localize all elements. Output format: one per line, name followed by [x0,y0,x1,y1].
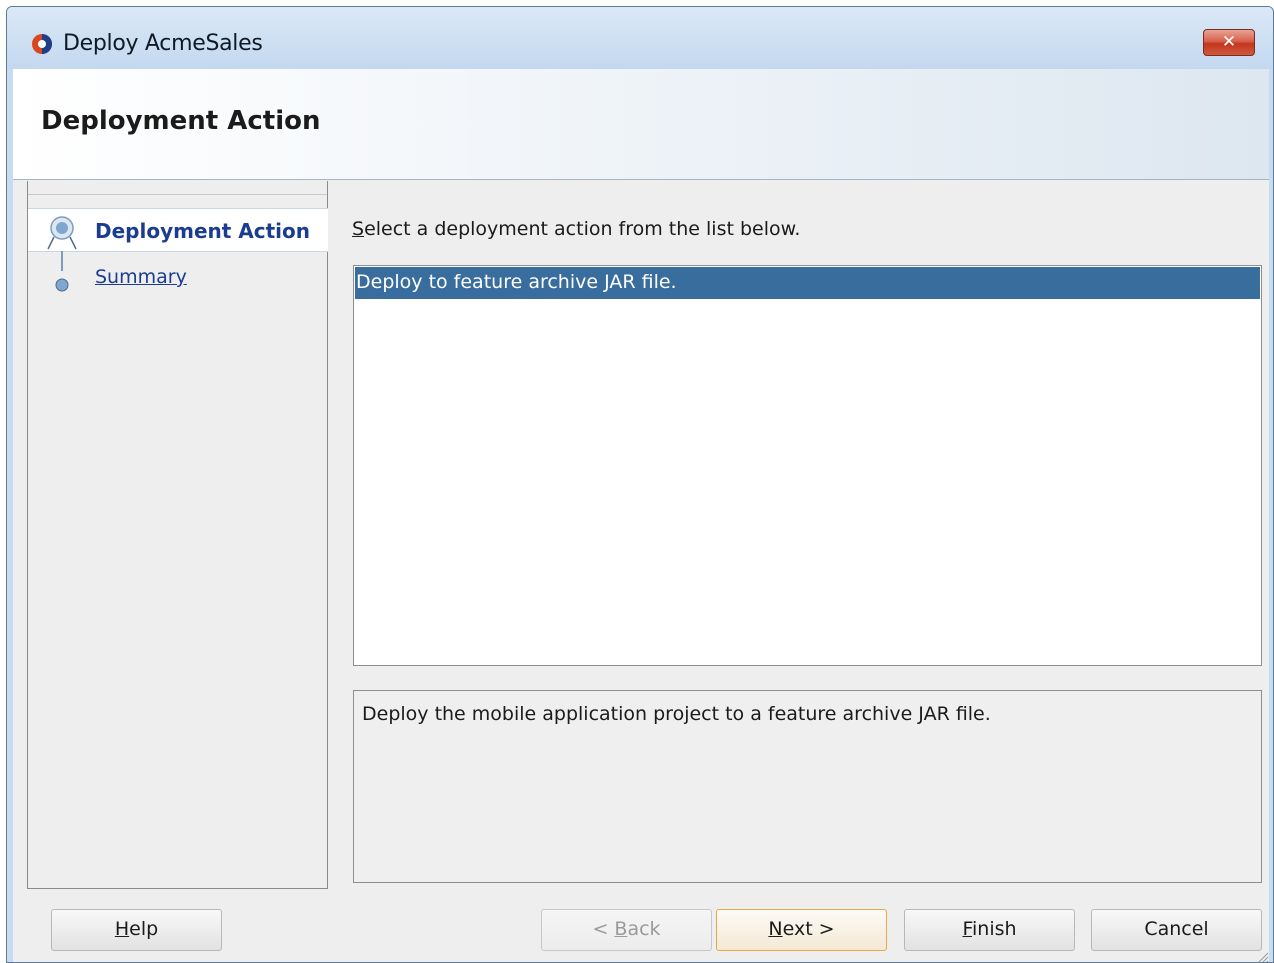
step-active-icon [47,216,77,250]
window-title: Deploy AcmeSales [63,31,263,56]
title-bar[interactable]: Deploy AcmeSales ✕ [7,7,1273,69]
step-summary[interactable]: Summary [28,264,328,298]
next-button[interactable]: Next > [716,909,887,951]
page-title: Deployment Action [41,106,321,136]
step-pending-icon [55,278,69,292]
deploy-dialog: Deploy AcmeSales ✕ Deployment Action Dep… [6,6,1274,963]
close-button[interactable]: ✕ [1203,29,1255,56]
back-mnemonic: B [614,918,628,940]
help-label: elp [129,918,159,940]
divider [28,194,327,195]
dialog-content: Deployment Action Deployment Action Summ… [13,69,1269,963]
back-label: ack [627,918,661,940]
instruction-mnemonic: S [352,218,365,240]
close-icon: ✕ [1221,32,1237,52]
resize-grip-icon[interactable] [1255,950,1269,963]
finish-button[interactable]: Finish [904,909,1075,951]
step-deployment-action[interactable]: Deployment Action [28,208,328,252]
cancel-label: Cancel [1144,918,1209,940]
help-button[interactable]: Help [51,909,222,951]
next-mnemonic: N [768,918,783,940]
finish-mnemonic: F [962,918,972,940]
instruction-text: elect a deployment action from the list … [364,218,801,240]
back-button[interactable]: < Back [541,909,712,951]
cancel-button[interactable]: Cancel [1091,909,1262,951]
help-mnemonic: H [114,918,130,940]
finish-label: inish [972,918,1017,940]
summary-link[interactable]: Summary [95,266,187,288]
deployment-action-list[interactable]: Deploy to feature archive JAR file. [353,265,1262,666]
step-label: Deployment Action [95,219,311,243]
description-box: Deploy the mobile application project to… [353,690,1262,883]
list-item-label: Deploy to feature archive JAR file. [356,271,677,293]
back-prefix: < [592,918,615,940]
wizard-header: Deployment Action [13,69,1269,180]
steps-panel: Deployment Action Summary [27,181,328,889]
next-label: ext > [782,918,835,940]
instruction-label: Select a deployment action from the list… [352,218,800,240]
oracle-jdeveloper-icon [32,34,52,54]
description-text: Deploy the mobile application project to… [362,703,991,725]
list-item[interactable]: Deploy to feature archive JAR file. [355,267,1260,299]
